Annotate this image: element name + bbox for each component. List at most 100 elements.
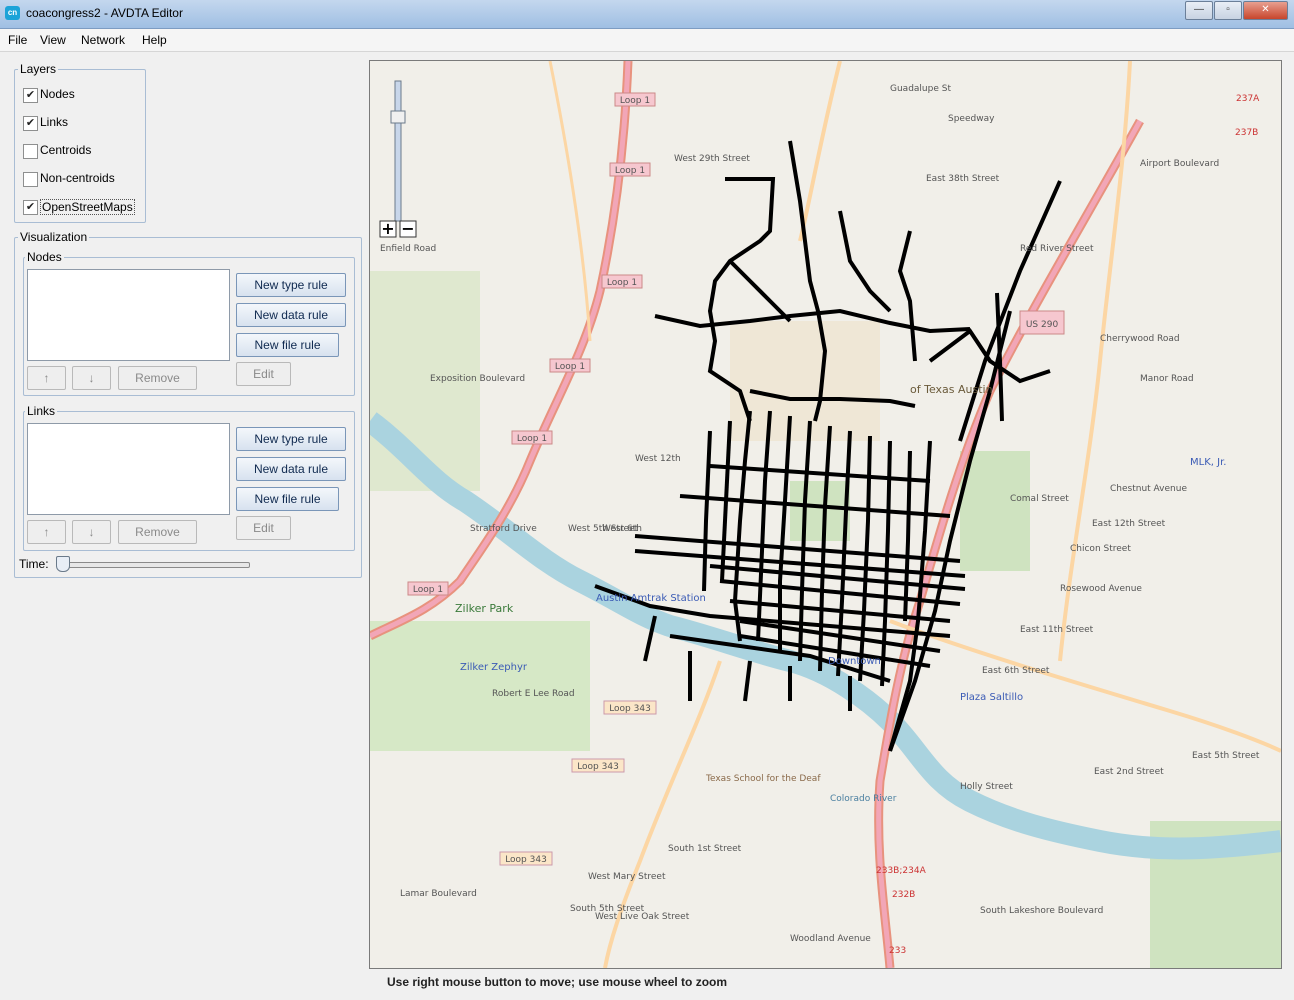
us290-label: US 290 <box>1026 320 1059 330</box>
nodes-new-data-rule-button[interactable]: New data rule <box>236 303 346 327</box>
window-title: coacongress2 - AVDTA Editor <box>26 6 183 20</box>
layer-non-centroids-checkbox[interactable] <box>23 172 38 187</box>
plaza-saltillo-label: Plaza Saltillo <box>960 692 1023 703</box>
west-live-oak-label: West Live Oak Street <box>595 912 690 922</box>
loop1-shield-4: Loop 1 <box>549 358 591 373</box>
speedway-label: Speedway <box>948 114 995 124</box>
links-rules-list[interactable] <box>27 423 230 515</box>
zoom-in-icon: + <box>381 219 394 238</box>
time-slider-thumb[interactable] <box>56 556 70 572</box>
school-deaf-label: Texas School for the Deaf <box>705 774 821 784</box>
app-icon: cn <box>5 6 20 20</box>
loop1-shield-2: Loop 1 <box>609 162 651 177</box>
colorado-river-label: Colorado River <box>830 794 897 804</box>
nodes-new-type-rule-button[interactable]: New type rule <box>236 273 346 297</box>
links-move-up-button[interactable]: ↑ <box>27 520 66 544</box>
visualization-panel: Visualization Nodes New type rule New da… <box>14 230 362 578</box>
east-38th-label: East 38th Street <box>926 174 1000 184</box>
layer-links-label: Links <box>40 115 69 129</box>
map-view[interactable]: + − Loop 1 Loop 1 Loop 1 Loop 1 Loop 1 L… <box>369 60 1282 969</box>
menu-help[interactable]: Help <box>142 33 167 47</box>
exit-233-label: 233 <box>889 946 906 956</box>
east-12th-label: East 12th Street <box>1092 519 1166 529</box>
loop343-shield-2: Loop 343 <box>571 758 625 773</box>
capitol-grounds <box>790 481 850 541</box>
zoom-out-button[interactable]: − <box>399 219 417 238</box>
nodes-move-down-button[interactable]: ↓ <box>72 366 111 390</box>
links-new-data-rule-button[interactable]: New data rule <box>236 457 346 481</box>
menu-bar: File View Network Help <box>0 29 1294 52</box>
exit-232b-label: 232B <box>892 890 915 900</box>
layer-osm-checkbox[interactable]: ✔ <box>23 200 38 215</box>
cherrywood-label: Cherrywood Road <box>1100 334 1180 344</box>
loop1-shield-5: Loop 1 <box>511 430 553 445</box>
west-12th-label: West 12th <box>635 454 681 464</box>
chestnut-label: Chestnut Avenue <box>1110 484 1187 494</box>
loop343-label-2: Loop 343 <box>577 762 619 772</box>
layer-nodes-label: Nodes <box>40 87 75 101</box>
exposition-label: Exposition Boulevard <box>430 374 525 384</box>
exit-237b-label: 237B <box>1235 128 1258 138</box>
nodes-rules-list[interactable] <box>27 269 230 361</box>
zoom-out-icon: − <box>401 219 414 238</box>
links-new-type-rule-button[interactable]: New type rule <box>236 427 346 451</box>
layer-links-checkbox[interactable]: ✔ <box>23 116 38 131</box>
east-5th-label: East 5th Street <box>1192 751 1260 761</box>
layer-centroids-checkbox[interactable] <box>23 144 38 159</box>
loop1-shield-3: Loop 1 <box>601 274 643 289</box>
downtown-label: Downtown <box>828 656 881 667</box>
close-button[interactable]: ✕ <box>1243 1 1288 20</box>
nodes-rules-panel: Nodes New type rule New data rule New fi… <box>23 250 355 396</box>
links-move-down-button[interactable]: ↓ <box>72 520 111 544</box>
layers-panel: Layers ✔ Nodes ✔ Links Centroids Non-cen… <box>14 62 146 223</box>
holly-label: Holly Street <box>960 782 1013 792</box>
zoom-in-button[interactable]: + <box>379 219 397 238</box>
mlk-station-label: MLK, Jr. <box>1190 457 1226 468</box>
loop1-shield-1: Loop 1 <box>614 92 656 107</box>
nodes-new-file-rule-button[interactable]: New file rule <box>236 333 339 357</box>
links-new-file-rule-button[interactable]: New file rule <box>236 487 339 511</box>
east-11th-label: East 11th Street <box>1020 625 1094 635</box>
links-remove-button[interactable]: Remove <box>118 520 197 544</box>
red-river-label: Red River Street <box>1020 244 1094 254</box>
guadalupe-label: Guadalupe St <box>890 84 951 94</box>
loop343-shield-3: Loop 343 <box>499 851 553 866</box>
manor-road-label: Manor Road <box>1140 374 1194 384</box>
nodes-move-up-button[interactable]: ↑ <box>27 366 66 390</box>
menu-view[interactable]: View <box>40 33 66 47</box>
park-east <box>960 451 1030 571</box>
airport-label: Airport Boulevard <box>1140 159 1219 169</box>
zoom-slider-thumb[interactable] <box>390 110 406 124</box>
maximize-button[interactable]: ▫ <box>1214 1 1242 20</box>
menu-file[interactable]: File <box>8 33 27 47</box>
minimize-button[interactable]: — <box>1185 1 1213 20</box>
zilker-park-area <box>370 621 590 751</box>
layer-centroids-label: Centroids <box>40 143 92 157</box>
window-controls: — ▫ ✕ <box>1184 1 1288 20</box>
layer-nodes-checkbox[interactable]: ✔ <box>23 88 38 103</box>
west-mary-label: West Mary Street <box>588 872 666 882</box>
nodes-remove-button[interactable]: Remove <box>118 366 197 390</box>
title-bar: cn coacongress2 - AVDTA Editor — ▫ ✕ <box>0 0 1294 29</box>
time-slider-track[interactable] <box>60 562 250 568</box>
zoom-slider-track[interactable] <box>394 80 402 222</box>
layers-title: Layers <box>18 62 59 76</box>
woodland-label: Woodland Avenue <box>790 934 871 944</box>
west-29th-label: West 29th Street <box>674 154 750 164</box>
loop1-label-5: Loop 1 <box>517 434 547 444</box>
east-6th-label: East 6th Street <box>982 666 1050 676</box>
nodes-edit-button[interactable]: Edit <box>236 362 291 386</box>
south-1st-label: South 1st Street <box>668 844 742 854</box>
stratford-label: Stratford Drive <box>470 524 537 534</box>
map-canvas[interactable]: + − Loop 1 Loop 1 Loop 1 Loop 1 Loop 1 L… <box>370 61 1281 968</box>
exit-237a-label: 237A <box>1236 94 1260 104</box>
links-rules-title: Links <box>25 404 58 418</box>
links-rules-panel: Links New type rule New data rule New fi… <box>23 404 355 551</box>
enfield-label: Enfield Road <box>380 244 436 254</box>
exit-233b-label: 233B;234A <box>876 866 927 876</box>
nodes-rules-title: Nodes <box>25 250 64 264</box>
ut-label: of Texas Austin <box>910 383 993 396</box>
loop1-label-6: Loop 1 <box>413 585 443 595</box>
links-edit-button[interactable]: Edit <box>236 516 291 540</box>
menu-network[interactable]: Network <box>81 33 125 47</box>
